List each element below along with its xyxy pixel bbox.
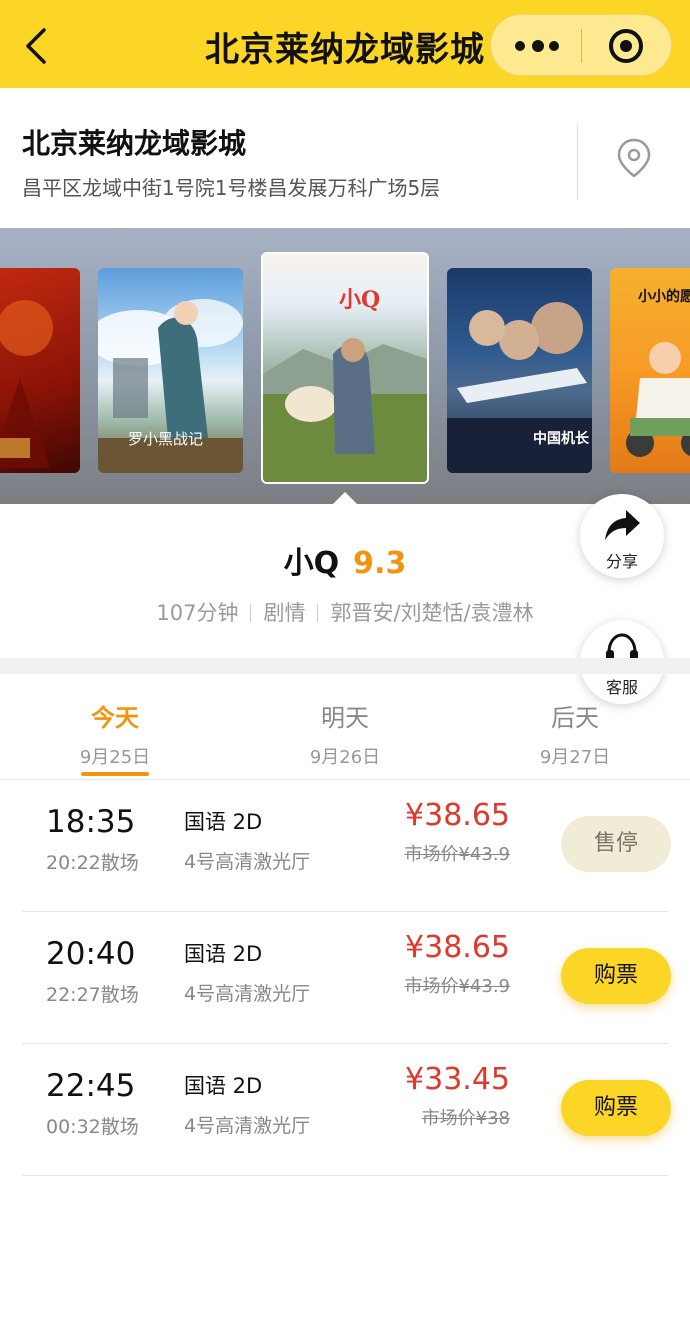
movie-genre: 剧情 [263, 601, 306, 625]
cinema-name: 北京莱纳龙域影城 [22, 127, 247, 160]
hall-name: 4号高清激光厅 [184, 851, 311, 873]
showtime-row[interactable]: 20:40 22:27散场 国语 2D 4号高清激光厅 ¥38.65 市场价¥4… [22, 912, 671, 1044]
top-bar: 北京莱纳龙域影城 [0, 0, 690, 88]
location-icon[interactable] [614, 136, 654, 180]
start-time: 20:40 [46, 936, 136, 972]
end-time: 00:32散场 [46, 1116, 139, 1138]
movie-poster[interactable]: 小小的愿望 [610, 268, 690, 473]
market-price: 市场价¥43.9 [404, 976, 510, 997]
active-tab-indicator [81, 772, 149, 776]
close-icon[interactable] [609, 29, 643, 63]
movie-poster[interactable] [0, 268, 80, 473]
hall-name: 4号高清激光厅 [184, 1115, 311, 1137]
tab-date: 9月25日 [79, 747, 151, 768]
movie-meta: 107分钟 剧情 郭晋安/刘楚恬/袁澧林 [0, 597, 690, 627]
poster-title: 小Q [339, 287, 381, 313]
buy-ticket-button[interactable]: 购票 [561, 1080, 671, 1136]
showtime-row[interactable]: 22:45 00:32散场 国语 2D 4号高清激光厅 ¥33.45 市场价¥3… [22, 1044, 671, 1176]
price: ¥38.65 [405, 930, 510, 965]
start-time: 22:45 [46, 1068, 136, 1104]
tab-today[interactable]: 今天 9月25日 [45, 698, 185, 769]
movie-poster[interactable]: 罗小黑战记 [98, 268, 243, 473]
more-icon[interactable] [515, 40, 559, 52]
tab-label: 明天 [321, 704, 369, 732]
showtime-row[interactable]: 18:35 20:22散场 国语 2D 4号高清激光厅 ¥38.65 市场价¥4… [22, 780, 671, 912]
market-price: 市场价¥43.9 [404, 844, 510, 865]
cinema-address: 昌平区龙域中街1号院1号楼昌发展万科广场5层 [22, 176, 441, 200]
movie-score: 9.3 [353, 546, 407, 581]
poster-title: 小小的愿望 [638, 289, 690, 305]
selected-caret [333, 492, 357, 504]
tab-label: 后天 [551, 704, 599, 732]
language-format: 国语 2D [184, 1074, 263, 1098]
movie-duration: 107分钟 [156, 601, 239, 625]
movie-cast: 郭晋安/刘楚恬/袁澧林 [330, 601, 534, 625]
buy-ticket-button[interactable]: 购票 [561, 948, 671, 1004]
tab-day-after[interactable]: 后天 9月27日 [505, 698, 645, 769]
share-icon [602, 504, 642, 544]
language-format: 国语 2D [184, 810, 263, 834]
poster-title: 中国机长 [533, 431, 589, 447]
divider [577, 124, 578, 200]
share-label: 分享 [605, 552, 638, 571]
movie-name: 小Q [283, 546, 340, 581]
date-tabs: 今天 9月25日 明天 9月26日 后天 9月27日 [0, 674, 690, 780]
sold-out-button: 售停 [561, 816, 671, 872]
tab-label: 今天 [91, 704, 139, 732]
price: ¥38.65 [405, 798, 510, 833]
movie-poster-selected[interactable]: 小Q [261, 252, 429, 484]
price: ¥33.45 [405, 1062, 510, 1097]
tab-tomorrow[interactable]: 明天 9月26日 [275, 698, 415, 769]
movie-poster[interactable]: 中国机长 [447, 268, 592, 473]
language-format: 国语 2D [184, 942, 263, 966]
cinema-info[interactable]: 北京莱纳龙域影城 昌平区龙域中街1号院1号楼昌发展万科广场5层 [0, 88, 690, 228]
end-time: 22:27散场 [46, 984, 139, 1006]
market-price: 市场价¥38 [421, 1108, 510, 1129]
poster-carousel[interactable]: 罗小黑战记 小Q 中国机长 小小的愿望 [0, 228, 690, 504]
end-time: 20:22散场 [46, 852, 139, 874]
section-gap [0, 658, 690, 674]
poster-title: 罗小黑战记 [128, 430, 204, 448]
hall-name: 4号高清激光厅 [184, 983, 311, 1005]
tab-date: 9月26日 [309, 747, 381, 768]
start-time: 18:35 [46, 804, 136, 840]
mini-program-capsule [490, 14, 672, 76]
share-button[interactable]: 分享 [580, 494, 664, 578]
tab-date: 9月27日 [539, 747, 611, 768]
